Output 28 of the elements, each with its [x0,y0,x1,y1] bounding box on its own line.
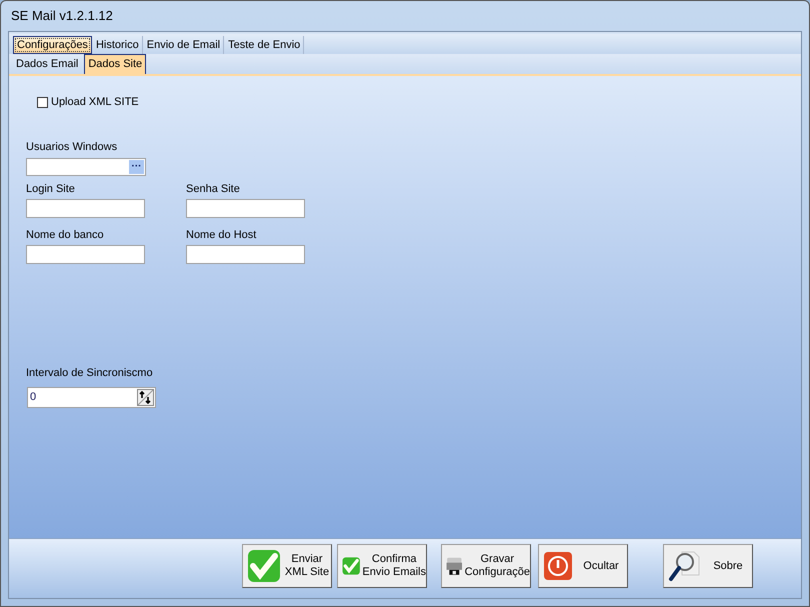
combo-field[interactable]: ··· [26,158,146,176]
browse-button[interactable]: ··· [129,160,144,174]
tab[interactable]: Dados Email [10,54,84,74]
window-title: SE Mail v1.2.1.12 [11,7,113,26]
field-label: Login Site [26,182,75,197]
toolbar-button[interactable]: Sobre [663,544,753,588]
tab[interactable]: Dados Site [84,54,146,74]
toolbar-button[interactable]: Confirma Envio Emails [337,544,427,588]
input-field[interactable] [186,245,305,264]
checkbox-label: Upload XML SITE [51,95,139,110]
input-field[interactable] [26,245,145,264]
field-label: Nome do banco [26,228,104,243]
input-field[interactable] [186,199,305,218]
magnifier-icon [668,549,702,583]
field-label: Nome do Host [186,228,256,243]
input-field[interactable] [26,199,145,218]
tab[interactable]: Configurações [13,36,92,54]
checkmark-icon [247,549,281,583]
power-icon [543,551,573,581]
field-label: Intervalo de Sincroniscmo [26,366,153,381]
spin-field[interactable]: 0 [27,387,156,408]
toolbar-button[interactable]: Enviar XML Site [242,544,332,588]
field-label: Usuarios Windows [26,140,118,155]
toolbar-button[interactable]: Gravar Configuraçõe [441,544,531,588]
checkbox[interactable] [37,96,48,108]
spin-icon[interactable] [137,389,154,406]
toolbar-button[interactable]: Ocultar [538,544,628,588]
field-label: Senha Site [186,182,240,197]
